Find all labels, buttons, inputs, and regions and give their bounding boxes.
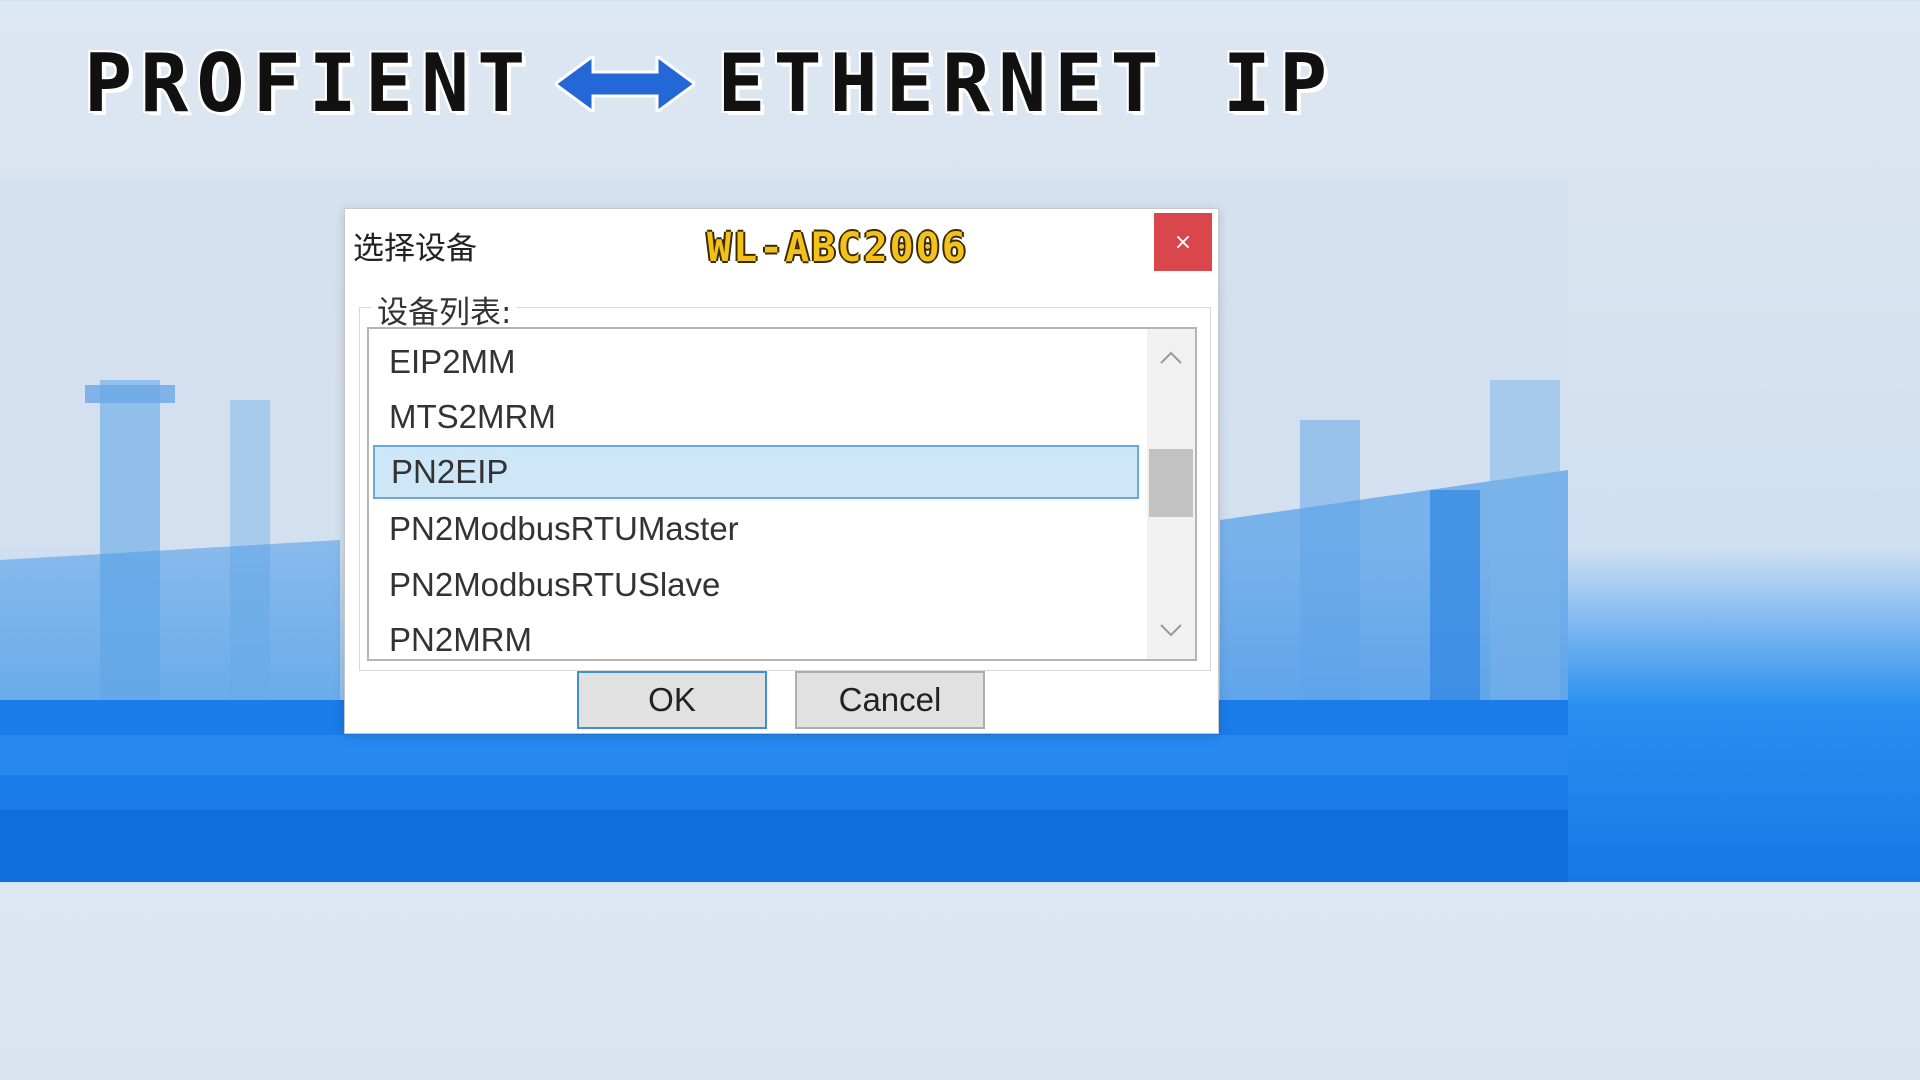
list-item[interactable]: PN2MRM [373, 613, 1139, 659]
chevron-up-icon[interactable] [1147, 333, 1195, 383]
list-item-label: PN2ModbusRTUSlave [389, 566, 721, 603]
dialog-title: 选择设备 [353, 231, 477, 267]
chevron-down-icon[interactable] [1147, 605, 1195, 655]
list-item-label: EIP2MM [389, 343, 516, 380]
list-item-label: PN2ModbusRTUMaster [389, 510, 739, 547]
scrollbar-thumb[interactable] [1149, 449, 1193, 517]
double-arrow-icon [555, 56, 696, 112]
list-item-label: PN2MRM [389, 621, 533, 658]
headline: PROFIENT ETHERNET IP [84, 34, 1335, 134]
close-icon: × [1173, 229, 1193, 255]
list-item[interactable]: PN2ModbusRTUMaster [373, 502, 1139, 556]
device-listbox[interactable]: EIP2MM MTS2MRM PN2EIP PN2ModbusRTUMaster… [367, 327, 1197, 661]
headline-left-word: PROFIENT [84, 37, 534, 130]
list-item[interactable]: PN2ModbusRTUSlave [373, 558, 1139, 612]
vertical-scrollbar[interactable] [1147, 329, 1195, 659]
cancel-button[interactable]: Cancel [795, 671, 985, 729]
list-item-label: MTS2MRM [389, 398, 556, 435]
headline-right-word: ETHERNET IP [717, 37, 1336, 130]
list-item[interactable]: MTS2MRM [373, 390, 1139, 444]
list-item[interactable]: EIP2MM [373, 335, 1139, 389]
select-device-dialog: 选择设备 WL-ABC2006 × 设备列表: EIP2MM MTS2MRM P… [344, 208, 1219, 734]
list-item-label: PN2EIP [391, 453, 509, 490]
device-list-label: 设备列表: [371, 287, 518, 332]
close-button[interactable]: × [1154, 213, 1212, 271]
model-label: WL-ABC2006 [707, 225, 968, 271]
ok-button[interactable]: OK [577, 671, 767, 729]
list-item-selected[interactable]: PN2EIP [373, 445, 1139, 499]
